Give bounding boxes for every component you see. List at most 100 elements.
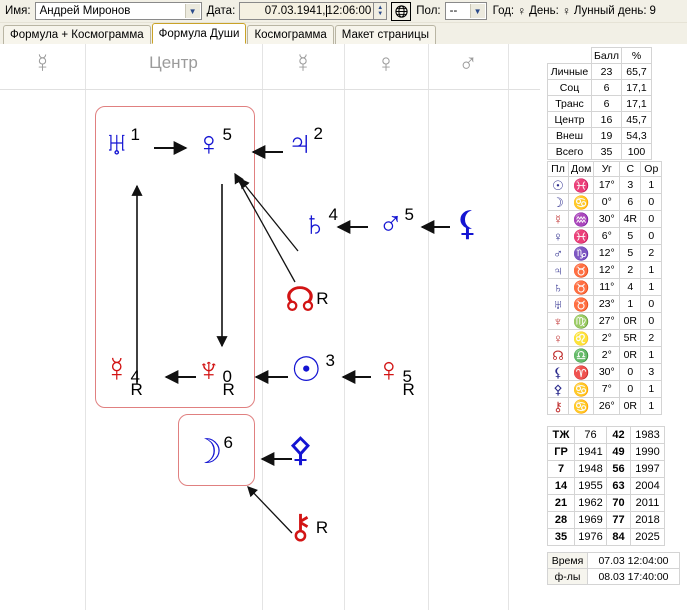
node-pluto-retro: R xyxy=(402,380,415,399)
planet-op: 0 xyxy=(640,193,663,211)
score-percent: 54,3 xyxy=(620,127,652,144)
colhead-mercury-icon: ☿ xyxy=(32,47,53,78)
planet-op: 0 xyxy=(640,312,663,330)
node-proserpina[interactable]: ⚴ xyxy=(288,433,314,467)
planet-angle: 23° xyxy=(593,295,621,313)
datetime-spinner[interactable]: ▲ ▼ xyxy=(374,2,388,20)
node-mercury[interactable]: ☿ 4 R xyxy=(104,353,143,399)
chevron-down-icon[interactable]: ▼ xyxy=(469,4,485,18)
node-venus[interactable]: ♀ 5 xyxy=(196,125,232,161)
ph-op: Ор xyxy=(640,161,663,177)
name-combo-value: Андрей Миронов xyxy=(39,5,131,17)
planets-table: Пл Дом Уг С Ор ☉ ♓ 17° 3 1 ☽ ♋ 0° 6 0 ☿ … xyxy=(547,161,663,415)
spinner-down-icon[interactable]: ▼ xyxy=(377,11,383,17)
time-value: 07.03 12:04:00 xyxy=(587,552,680,569)
cycle-year2: 2011 xyxy=(630,494,665,512)
name-combo[interactable]: Андрей Миронов ▼ xyxy=(34,2,202,20)
score-label: Личные xyxy=(547,63,592,80)
node-sun-number: 3 xyxy=(325,351,335,370)
cycle-year1: 1976 xyxy=(574,528,607,546)
cycle-year2: 2018 xyxy=(630,511,665,529)
node-moon[interactable]: ☽ 6 xyxy=(192,433,233,471)
table-row: ⚴ ♋ 7° 0 1 xyxy=(547,380,663,398)
mars-icon: ♂ xyxy=(547,244,569,262)
node-jupiter[interactable]: ♃ 2 xyxy=(287,125,323,160)
chevron-down-icon[interactable]: ▼ xyxy=(184,4,200,18)
column-divider xyxy=(262,44,263,610)
planet-op: 1 xyxy=(640,176,663,194)
north-node-icon: ☊ xyxy=(547,346,569,364)
planet-op: 1 xyxy=(640,346,663,364)
saturn-icon: ♄ xyxy=(302,205,328,243)
tab-formula-kosmogramma[interactable]: Формула + Космограмма xyxy=(3,25,151,44)
tab-kosmogramma[interactable]: Космограмма xyxy=(247,25,334,44)
formula-time-label: ф-лы xyxy=(547,568,588,585)
node-neptune[interactable]: ♆ 0 R xyxy=(196,353,235,399)
planet-c: 5 xyxy=(619,227,642,245)
score-percent: 100 xyxy=(620,143,652,160)
table-row: ф-лы 08.03 17:40:00 xyxy=(547,568,680,585)
table-row: ♀ ♓ 6° 5 0 xyxy=(547,227,663,245)
node-mars[interactable]: ♂ 5 xyxy=(378,205,414,241)
planet-angle: 30° xyxy=(593,363,621,381)
table-row: Всего 35 100 xyxy=(547,143,652,160)
moon-icon: ☽ xyxy=(192,433,223,471)
table-row: ⚷ ♋ 26° 0R 1 xyxy=(547,397,663,415)
planet-c: 0R xyxy=(619,397,642,415)
toolbar-info: Год: ♀ День: ♀ Лунный день: 9 xyxy=(493,4,656,18)
cycle-label: ГР xyxy=(547,443,575,461)
north-node-icon: ☊ xyxy=(285,281,316,319)
planet-c: 5R xyxy=(619,329,642,347)
planet-angle: 2° xyxy=(593,346,621,364)
globe-button[interactable] xyxy=(391,1,412,21)
node-venus-number: 5 xyxy=(222,125,232,144)
cycle-year1: 1941 xyxy=(574,443,607,461)
column-divider xyxy=(508,44,509,610)
node-mars-number: 5 xyxy=(404,205,414,224)
time-table: Время 07.03 12:04:00 ф-лы 08.03 17:40:00 xyxy=(547,552,680,585)
chiron-icon: ⚷ xyxy=(288,508,313,546)
planet-op: 0 xyxy=(640,227,663,245)
planet-angle: 0° xyxy=(593,193,621,211)
venus-icon: ♀ xyxy=(547,227,569,245)
cancer-icon: ♋ xyxy=(567,380,595,398)
colhead-venus-icon: ♀ xyxy=(376,47,396,78)
node-north-node[interactable]: ☊ R xyxy=(285,281,328,319)
score-label: Внеш xyxy=(547,127,592,144)
planet-angle: 6° xyxy=(593,227,621,245)
tab-maket-stranitsy[interactable]: Макет страницы xyxy=(334,25,436,44)
score-label: Центр xyxy=(547,111,592,128)
soul-formula-diagram: ☿ Центр ☿ ♀ ♂ ♅ 1 ♀ 5 ♃ 2 ♄ 4 ♂ 5 ⚸ ☊ R … xyxy=(0,44,540,610)
pisces-icon: ♓ xyxy=(567,176,595,194)
node-saturn[interactable]: ♄ 4 xyxy=(302,205,338,243)
cycle-year2: 1983 xyxy=(630,426,665,444)
node-sun[interactable]: ☉ 3 xyxy=(291,351,335,387)
planet-c: 0R xyxy=(619,346,642,364)
aquarius-icon: ♒ xyxy=(567,210,595,228)
time-label: Время xyxy=(547,552,588,569)
pluto-icon: ♀ xyxy=(376,351,402,389)
column-divider xyxy=(428,44,429,610)
tab-formula-dushi[interactable]: Формула Души xyxy=(151,23,247,44)
node-mercury-retro: R xyxy=(130,380,143,399)
colhead-center-label: Центр xyxy=(149,53,198,72)
table-row: ТЖ 76 42 1983 xyxy=(547,426,665,444)
planet-angle: 2° xyxy=(593,329,621,347)
planet-angle: 30° xyxy=(593,210,621,228)
leo-icon: ♌ xyxy=(567,329,595,347)
node-chiron[interactable]: ⚷ R xyxy=(288,508,328,546)
node-pluto[interactable]: ♀ 5 R xyxy=(376,351,415,399)
colhead-mercury-icon-2: ☿ xyxy=(293,47,313,78)
gender-combo[interactable]: -- ▼ xyxy=(444,2,487,20)
lunar-day-value: 9 xyxy=(649,5,656,17)
score-label: Соц xyxy=(547,79,592,96)
node-uranus[interactable]: ♅ 1 xyxy=(104,126,140,161)
node-lilith[interactable]: ⚸ xyxy=(455,207,481,241)
table-row: 7 1948 56 1997 xyxy=(547,460,665,478)
datetime-input[interactable]: 07.03.1941, 12:06:00 xyxy=(239,2,375,20)
cycle-year2: 1997 xyxy=(630,460,665,478)
planet-c: 5 xyxy=(619,244,642,262)
score-percent: 45,7 xyxy=(620,111,652,128)
pisces-icon: ♓ xyxy=(567,227,595,245)
cycle-label: ТЖ xyxy=(547,426,575,444)
